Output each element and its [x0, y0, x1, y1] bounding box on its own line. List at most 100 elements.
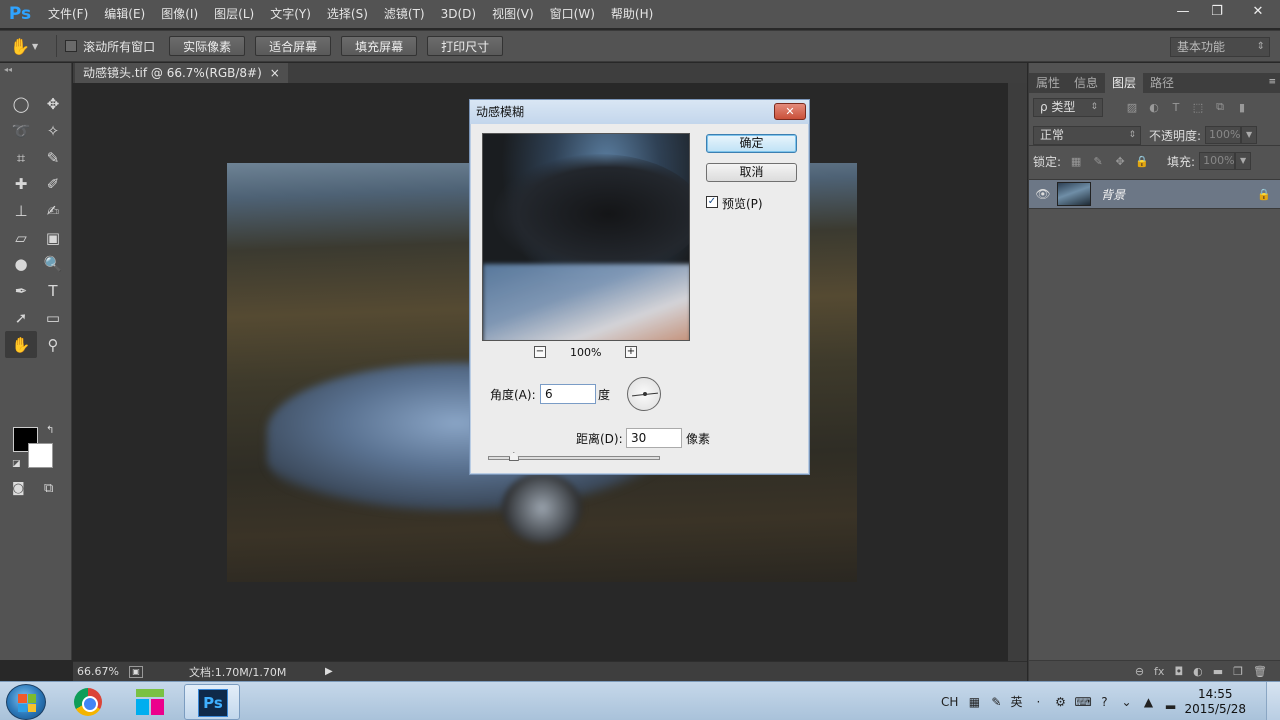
- dialog-close-button[interactable]: ✕: [774, 103, 806, 120]
- ime-grid-icon[interactable]: ▦: [966, 694, 982, 710]
- clone-stamp-tool-icon[interactable]: ⊥: [5, 198, 37, 225]
- pen-tool-icon[interactable]: ✒: [5, 278, 37, 305]
- help-icon[interactable]: ?: [1096, 694, 1112, 710]
- fill-field[interactable]: 100%: [1199, 152, 1236, 170]
- ime-tools-icon[interactable]: ⚙: [1052, 694, 1068, 710]
- tab-properties[interactable]: 属性: [1029, 73, 1067, 93]
- show-desktop-button[interactable]: [1266, 682, 1280, 720]
- menu-item[interactable]: 文件(F): [40, 0, 96, 28]
- filter-adjustment-icon[interactable]: ◐: [1143, 101, 1165, 114]
- healing-brush-tool-icon[interactable]: ✚: [5, 171, 37, 198]
- document-tab-close-icon[interactable]: ×: [270, 63, 280, 83]
- menu-item[interactable]: 3D(D): [433, 0, 484, 28]
- network-icon[interactable]: ▂: [1162, 694, 1178, 710]
- language-indicator[interactable]: CH: [941, 695, 958, 709]
- angle-dial[interactable]: [627, 377, 661, 411]
- eyedropper-tool-icon[interactable]: ✎: [37, 144, 69, 171]
- tab-layers[interactable]: 图层: [1105, 73, 1144, 93]
- background-color-swatch[interactable]: [28, 443, 53, 468]
- eraser-tool-icon[interactable]: ▱: [5, 224, 37, 251]
- tab-info[interactable]: 信息: [1067, 73, 1105, 93]
- taskbar-photoshop[interactable]: Ps: [184, 684, 240, 720]
- lock-position-icon[interactable]: ✥: [1109, 155, 1131, 168]
- menu-item[interactable]: 窗口(W): [542, 0, 603, 28]
- filter-shape-icon[interactable]: ⬚: [1187, 101, 1209, 114]
- taskbar-chrome[interactable]: [60, 684, 116, 720]
- lock-image-icon[interactable]: ✎: [1087, 155, 1109, 168]
- history-brush-tool-icon[interactable]: ✍: [37, 198, 69, 225]
- blend-mode-select[interactable]: 正常: [1033, 125, 1141, 145]
- gradient-tool-icon[interactable]: ▣: [37, 224, 69, 251]
- zoom-tool-icon[interactable]: ⚲: [37, 331, 69, 358]
- menu-item[interactable]: 视图(V): [484, 0, 542, 28]
- zoom-in-button[interactable]: +: [625, 346, 637, 358]
- restore-button[interactable]: ❐: [1202, 0, 1232, 22]
- distance-slider-thumb[interactable]: [508, 452, 519, 461]
- panel-collapse-icon[interactable]: ◂◂: [4, 65, 12, 74]
- fill-dropdown-icon[interactable]: ▼: [1235, 152, 1252, 170]
- workspace-select[interactable]: 基本功能: [1170, 37, 1270, 57]
- quick-mask-icon[interactable]: ◙: [12, 481, 25, 496]
- layer-filter-select[interactable]: ρ 类型: [1033, 97, 1103, 117]
- new-layer-icon[interactable]: ❐: [1233, 665, 1243, 678]
- opacity-dropdown-icon[interactable]: ▼: [1241, 126, 1258, 144]
- show-hidden-icons-icon[interactable]: ▲: [1140, 694, 1156, 710]
- ime-options-icon[interactable]: ⌄: [1118, 694, 1134, 710]
- fx-icon[interactable]: fx: [1154, 665, 1164, 678]
- path-selection-tool-icon[interactable]: ➚: [5, 305, 37, 332]
- fit-screen-button[interactable]: 适合屏幕: [255, 36, 332, 56]
- swap-colors-icon[interactable]: ↰: [46, 425, 54, 436]
- tool-preset-caret-icon[interactable]: ▼: [32, 42, 38, 51]
- vertical-scrollbar[interactable]: [1008, 83, 1027, 661]
- ime-english[interactable]: 英: [1010, 693, 1022, 710]
- menu-item[interactable]: 图层(L): [206, 0, 262, 28]
- link-layers-icon[interactable]: ⊖: [1135, 665, 1144, 678]
- print-size-button[interactable]: 打印尺寸: [427, 36, 504, 56]
- close-button[interactable]: ✕: [1236, 0, 1280, 22]
- type-tool-icon[interactable]: T: [37, 278, 69, 305]
- new-group-icon[interactable]: ▬: [1213, 665, 1223, 678]
- start-button[interactable]: [6, 684, 46, 720]
- magic-wand-tool-icon[interactable]: ✧: [37, 118, 69, 145]
- opacity-field[interactable]: 100%: [1205, 126, 1242, 144]
- crop-tool-icon[interactable]: ⌗: [5, 144, 37, 171]
- adjustment-layer-icon[interactable]: ◐: [1193, 665, 1203, 678]
- filter-type-icon[interactable]: T: [1165, 101, 1187, 114]
- menu-item[interactable]: 选择(S): [319, 0, 376, 28]
- screen-mode-icon[interactable]: ⧉: [44, 481, 53, 496]
- ok-button[interactable]: 确定: [706, 134, 797, 153]
- default-colors-icon[interactable]: ◪: [12, 459, 21, 469]
- move-tool-icon[interactable]: ✥: [37, 91, 69, 118]
- layer-name[interactable]: 背景: [1101, 186, 1257, 203]
- status-info-icon[interactable]: ▣: [129, 665, 143, 678]
- fill-screen-button[interactable]: 填充屏幕: [341, 36, 418, 56]
- lasso-tool-icon[interactable]: ➰: [5, 118, 37, 145]
- rectangle-tool-icon[interactable]: ▭: [37, 305, 69, 332]
- dodge-tool-icon[interactable]: 🔍: [37, 251, 69, 278]
- blur-tool-icon[interactable]: ●: [5, 251, 37, 278]
- filter-preview[interactable]: [482, 133, 690, 341]
- brush-tool-icon[interactable]: ✐: [37, 171, 69, 198]
- zoom-out-button[interactable]: −: [534, 346, 546, 358]
- menu-item[interactable]: 帮助(H): [603, 0, 661, 28]
- tab-paths[interactable]: 路径: [1143, 73, 1181, 93]
- clock[interactable]: 14:55 2015/5/28: [1184, 687, 1246, 717]
- panel-menu-icon[interactable]: ≡: [1268, 77, 1276, 87]
- cancel-button[interactable]: 取消: [706, 163, 797, 182]
- distance-input[interactable]: 30: [626, 428, 682, 448]
- visibility-eye-icon[interactable]: 👁: [1029, 187, 1057, 201]
- layer-row-background[interactable]: 👁 背景 🔒: [1029, 179, 1280, 209]
- menu-item[interactable]: 编辑(E): [96, 0, 153, 28]
- add-mask-icon[interactable]: ◘: [1174, 665, 1183, 678]
- menu-item[interactable]: 滤镜(T): [376, 0, 433, 28]
- keyboard-icon[interactable]: ⌨: [1074, 694, 1091, 710]
- ime-punctuation-icon[interactable]: ·: [1030, 694, 1046, 710]
- angle-input[interactable]: 6: [540, 384, 596, 404]
- document-tab[interactable]: 动感镜头.tif @ 66.7%(RGB/8#) ×: [75, 63, 288, 83]
- preview-checkbox[interactable]: ✓: [706, 196, 718, 208]
- menu-item[interactable]: 文字(Y): [262, 0, 319, 28]
- hand-tool-icon[interactable]: ✋: [5, 331, 37, 358]
- delete-layer-icon[interactable]: 🗑: [1253, 665, 1267, 678]
- filter-pixel-icon[interactable]: ▨: [1121, 101, 1143, 114]
- zoom-level[interactable]: 66.67%: [73, 665, 123, 678]
